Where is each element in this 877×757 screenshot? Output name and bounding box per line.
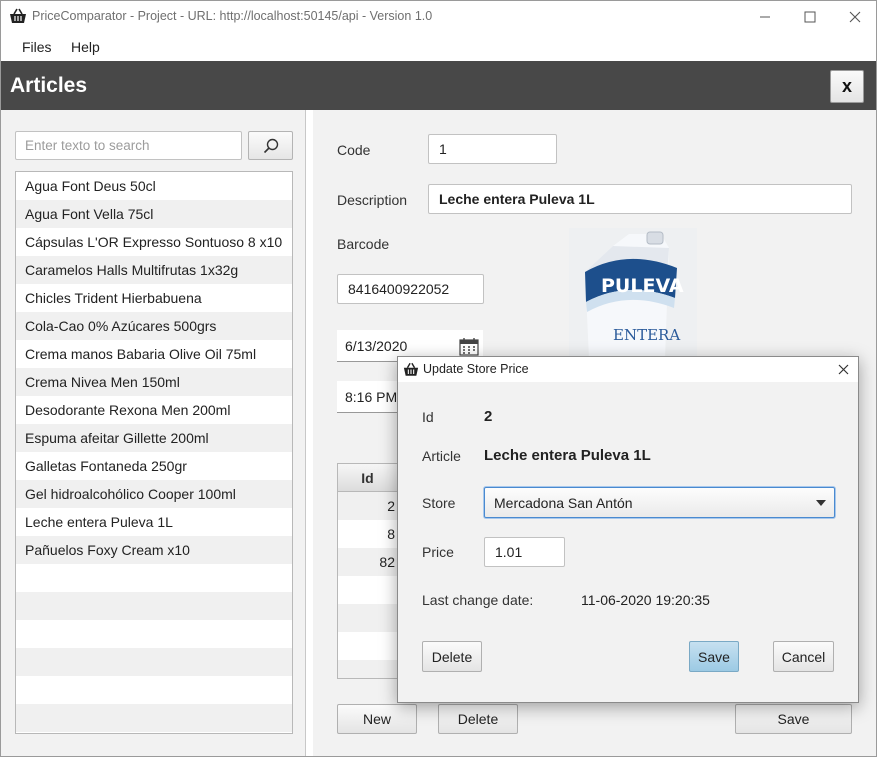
new-button[interactable]: New	[337, 704, 417, 734]
list-item[interactable]: Cápsulas L'OR Expresso Sontuoso 8 x10	[16, 228, 292, 256]
list-item	[16, 564, 292, 592]
save-article-button[interactable]: Save	[735, 704, 852, 734]
dialog-article-label: Article	[422, 448, 461, 464]
list-item[interactable]: Agua Font Vella 75cl	[16, 200, 292, 228]
list-item[interactable]: Gel hidroalcohólico Cooper 100ml	[16, 480, 292, 508]
menu-bar: Files Help	[1, 32, 876, 61]
code-field[interactable]: 1	[428, 134, 557, 164]
minimize-button[interactable]	[742, 1, 788, 32]
cell-id: 8	[387, 526, 395, 542]
dialog-article-value: Leche entera Puleva 1L	[484, 447, 651, 464]
dialog-close-button[interactable]	[830, 357, 856, 382]
maximize-icon	[804, 11, 816, 22]
list-item	[16, 676, 292, 704]
article-list[interactable]: Agua Font Deus 50cl Agua Font Vella 75cl…	[15, 171, 293, 734]
dialog-save-button[interactable]: Save	[689, 641, 739, 672]
menu-help[interactable]: Help	[71, 39, 100, 55]
product-brand: PULEVA	[601, 275, 684, 297]
app-window: PriceComparator - Project - URL: http://…	[0, 0, 877, 757]
cell-id: 82	[379, 554, 395, 570]
update-store-price-dialog: Update Store Price Id 2 Article Leche en…	[397, 356, 859, 703]
close-icon	[849, 11, 861, 22]
minimize-icon	[760, 16, 770, 17]
list-item[interactable]: Leche entera Puleva 1L	[16, 508, 292, 536]
store-select-value: Mercadona San Antón	[494, 494, 633, 511]
basket-icon	[10, 8, 26, 23]
list-item[interactable]: Galletas Fontaneda 250gr	[16, 452, 292, 480]
list-item	[16, 648, 292, 676]
dialog-price-label: Price	[422, 544, 454, 560]
dialog-id-label: Id	[422, 409, 434, 425]
time-value: 8:16 PM	[345, 388, 398, 405]
dialog-store-label: Store	[422, 495, 456, 511]
search-button[interactable]	[248, 131, 293, 160]
list-item[interactable]: Crema manos Babaria Olive Oil 75ml	[16, 340, 292, 368]
dialog-title: Update Store Price	[423, 362, 529, 376]
list-item[interactable]: Pañuelos Foxy Cream x10	[16, 536, 292, 564]
title-bar: PriceComparator - Project - URL: http://…	[1, 1, 876, 32]
window-title: PriceComparator - Project - URL: http://…	[32, 9, 433, 23]
price-field[interactable]: 1.01	[484, 537, 565, 567]
column-header-id[interactable]: Id	[338, 464, 398, 492]
cell-id: 2	[387, 498, 395, 514]
page-title: Articles	[10, 74, 88, 97]
dialog-cancel-button[interactable]: Cancel	[773, 641, 834, 672]
last-change-value: 11-06-2020 19:20:35	[581, 592, 710, 608]
delete-article-button[interactable]: Delete	[438, 704, 518, 734]
list-item[interactable]: Agua Font Deus 50cl	[16, 172, 292, 200]
list-item	[16, 620, 292, 648]
close-window-button[interactable]	[832, 1, 877, 32]
list-item	[16, 592, 292, 620]
description-field[interactable]: Leche entera Puleva 1L	[428, 184, 852, 214]
milk-carton-image: PULEVA ENTERA	[569, 228, 697, 358]
chevron-down-icon[interactable]	[816, 500, 826, 506]
description-label: Description	[337, 192, 408, 208]
calendar-icon[interactable]	[459, 337, 479, 356]
close-icon	[838, 364, 848, 375]
menu-files[interactable]: Files	[22, 39, 52, 55]
last-change-label: Last change date:	[422, 592, 534, 608]
product-image: PULEVA ENTERA	[569, 228, 697, 358]
barcode-field[interactable]: 8416400922052	[337, 274, 484, 304]
dialog-delete-button[interactable]: Delete	[422, 641, 482, 672]
product-variant: ENTERA	[613, 326, 680, 344]
list-item[interactable]: Chicles Trident Hierbabuena	[16, 284, 292, 312]
list-item[interactable]: Espuma afeitar Gillette 200ml	[16, 424, 292, 452]
code-label: Code	[337, 142, 371, 158]
basket-icon	[403, 362, 419, 376]
section-header: Articles x	[1, 61, 876, 110]
articles-panel: Agua Font Deus 50cl Agua Font Vella 75cl…	[1, 110, 306, 756]
dialog-title-bar: Update Store Price	[398, 357, 858, 382]
barcode-label: Barcode	[337, 236, 390, 252]
list-item[interactable]: Cola-Cao 0% Azúcares 500grs	[16, 312, 292, 340]
search-input[interactable]	[15, 131, 242, 160]
list-item[interactable]: Crema Nivea Men 150ml	[16, 368, 292, 396]
dialog-id-value: 2	[484, 408, 493, 425]
close-section-button[interactable]: x	[830, 70, 864, 103]
list-item[interactable]: Desodorante Rexona Men 200ml	[16, 396, 292, 424]
list-item[interactable]: Caramelos Halls Multifrutas 1x32g	[16, 256, 292, 284]
search-icon	[263, 138, 278, 153]
date-value: 6/13/2020	[345, 337, 408, 354]
maximize-button[interactable]	[787, 1, 833, 32]
store-select[interactable]: Mercadona San Antón	[484, 487, 835, 518]
list-item	[16, 704, 292, 732]
